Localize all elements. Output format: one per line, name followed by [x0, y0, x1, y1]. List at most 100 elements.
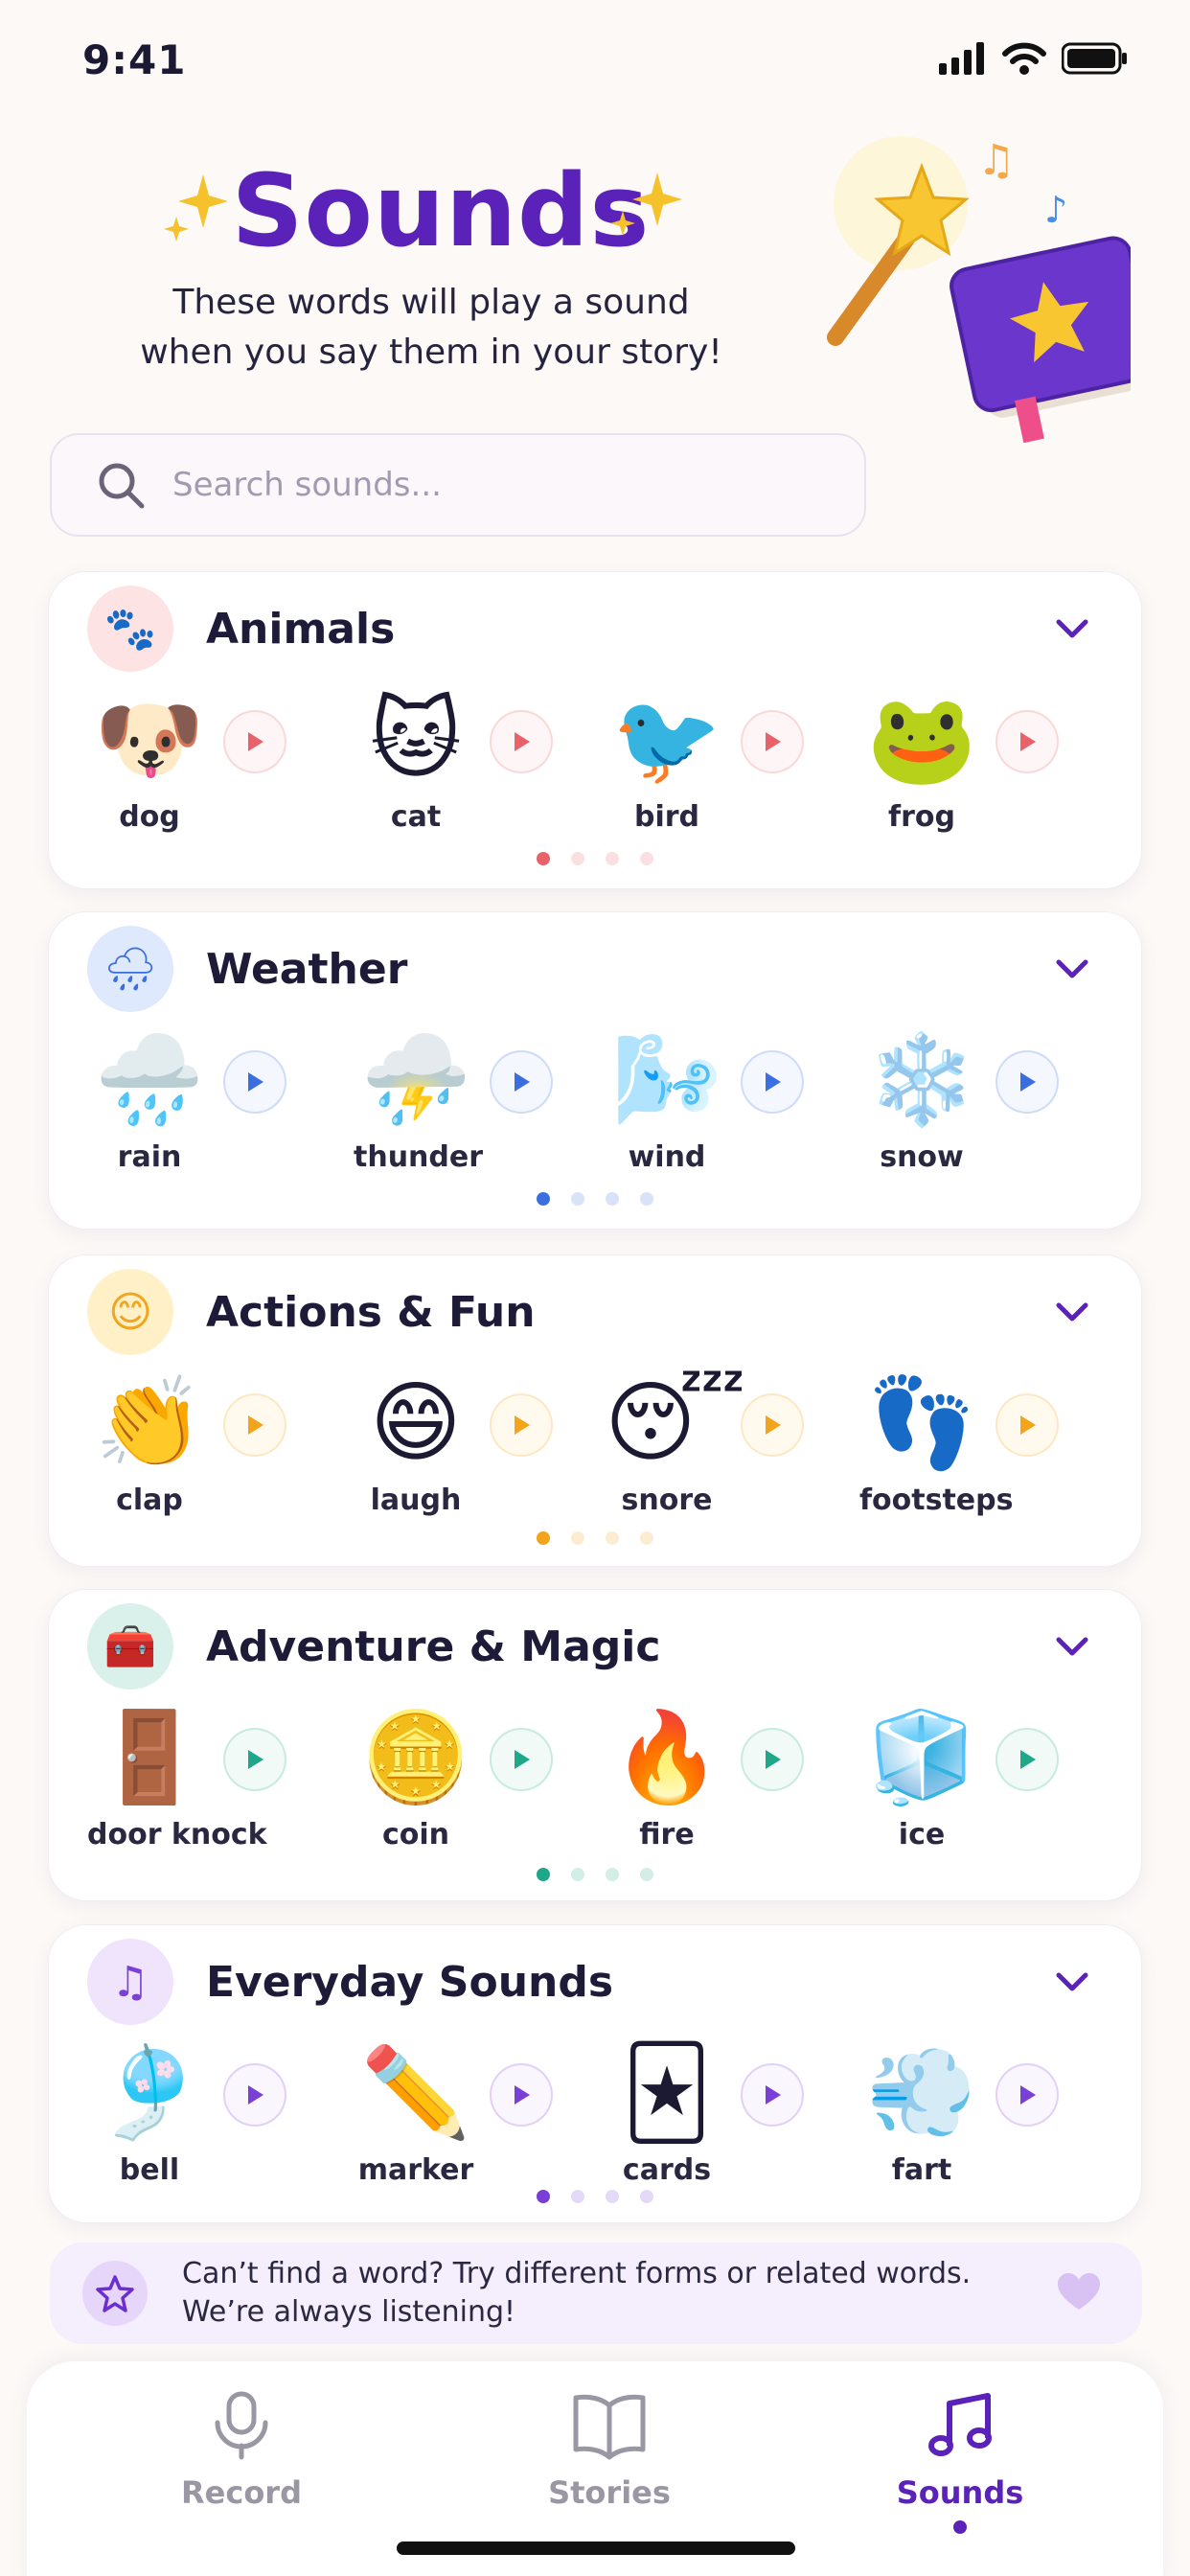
play-icon — [766, 1750, 781, 1769]
play-icon — [766, 732, 781, 751]
tip-banner: Can’t find a word? Try different forms o… — [50, 2242, 1142, 2344]
page-dot[interactable] — [606, 852, 619, 865]
play-icon — [1020, 732, 1036, 751]
category-header[interactable]: 😊 Actions & Fun — [87, 1269, 536, 1355]
page-dot[interactable] — [571, 2190, 584, 2203]
page-dot[interactable] — [537, 1531, 550, 1545]
play-button[interactable] — [995, 710, 1059, 773]
search-input[interactable] — [172, 466, 786, 504]
page-dots — [49, 2190, 1141, 2203]
sound-word: thunder — [354, 1140, 484, 1174]
page-dot[interactable] — [640, 1192, 653, 1206]
category-header[interactable]: ♫ Everyday Sounds — [87, 1939, 613, 2025]
page-dot[interactable] — [606, 2190, 619, 2203]
play-button[interactable] — [741, 1393, 804, 1457]
search-bar[interactable] — [50, 433, 866, 537]
category-header[interactable]: 🧰 Adventure & Magic — [87, 1603, 660, 1690]
active-tab-indicator — [953, 2520, 967, 2534]
music-note-icon: ♫ — [87, 1939, 173, 2025]
page-dot[interactable] — [606, 1868, 619, 1881]
page-dot[interactable] — [640, 2190, 653, 2203]
play-button[interactable] — [490, 1050, 553, 1114]
bell-icon: 🎐 — [94, 2041, 205, 2144]
sound-word: snore — [621, 1484, 713, 1517]
book-icon — [573, 2394, 646, 2460]
play-button[interactable] — [490, 710, 553, 773]
play-button[interactable] — [223, 710, 286, 773]
chevron-down-icon[interactable] — [1051, 609, 1093, 651]
play-button[interactable] — [223, 2063, 286, 2127]
wind-icon: 🌬️ — [611, 1028, 722, 1131]
play-button[interactable] — [995, 2063, 1059, 2127]
svg-text:♫: ♫ — [977, 136, 1015, 185]
treasure-chest-icon: 🧰 — [87, 1603, 173, 1690]
footsteps-icon: 👣 — [866, 1371, 977, 1474]
page-dots — [49, 1868, 1141, 1881]
page-dot[interactable] — [571, 852, 584, 865]
tab-sounds[interactable]: Sounds — [855, 2390, 1065, 2543]
paw-icon: 🐾 — [87, 586, 173, 672]
svg-text:♪: ♪ — [1044, 189, 1067, 231]
sound-word: snow — [880, 1140, 964, 1174]
play-button[interactable] — [995, 1728, 1059, 1791]
page-dot[interactable] — [537, 852, 550, 865]
sound-item: 🎐 bell — [87, 2040, 336, 2194]
chevron-down-icon[interactable] — [1051, 1962, 1093, 2004]
play-button[interactable] — [741, 1728, 804, 1791]
sound-word: bell — [119, 2153, 180, 2187]
sound-word: laugh — [370, 1484, 462, 1517]
sound-word: rain — [117, 1140, 182, 1174]
sound-list: 🚪 door knock 🪙 coin 🔥 fire 🧊 ice — [87, 1705, 1122, 1858]
play-button[interactable] — [223, 1393, 286, 1457]
play-icon — [766, 1072, 781, 1092]
play-button[interactable] — [223, 1728, 286, 1791]
page-dot[interactable] — [571, 1192, 584, 1206]
tab-record[interactable]: Record — [136, 2390, 347, 2543]
play-button[interactable] — [741, 2063, 804, 2127]
category-title: Weather — [206, 944, 408, 994]
play-button[interactable] — [741, 710, 804, 773]
sound-word: dog — [119, 800, 180, 834]
chevron-down-icon[interactable] — [1051, 1292, 1093, 1334]
page-dot[interactable] — [571, 1531, 584, 1545]
page-dot[interactable] — [606, 1192, 619, 1206]
play-button[interactable] — [741, 1050, 804, 1114]
play-button[interactable] — [490, 1728, 553, 1791]
category-card: ♫ Everyday Sounds 🎐 bell ✏️ marker 🃏 car… — [48, 1924, 1142, 2223]
page-dot[interactable] — [571, 1868, 584, 1881]
subtitle-line: These words will play a sound — [172, 283, 690, 322]
play-button[interactable] — [223, 1050, 286, 1114]
category-header[interactable]: 🐾 Animals — [87, 586, 395, 672]
heart-icon[interactable] — [1058, 2273, 1100, 2312]
play-button[interactable] — [490, 2063, 553, 2127]
play-button[interactable] — [490, 1393, 553, 1457]
tab-stories[interactable]: Stories — [504, 2390, 715, 2543]
page-dot[interactable] — [537, 1868, 550, 1881]
ice-icon: 🧊 — [866, 1706, 977, 1808]
page-dot[interactable] — [606, 1531, 619, 1545]
sound-item: 🃏 cards — [605, 2040, 854, 2194]
category-title: Animals — [206, 604, 396, 654]
page-dot[interactable] — [537, 1192, 550, 1206]
play-icon — [766, 2085, 781, 2104]
home-indicator — [397, 2542, 795, 2555]
play-button[interactable] — [995, 1050, 1059, 1114]
search-icon — [99, 463, 145, 509]
chevron-down-icon[interactable] — [1051, 1626, 1093, 1668]
wifi-icon — [1002, 42, 1046, 75]
sound-list: 🎐 bell ✏️ marker 🃏 cards 💨 fart — [87, 2040, 1122, 2194]
fire-icon: 🔥 — [611, 1706, 722, 1808]
laugh-icon: 😄 — [370, 1371, 462, 1474]
page-dot[interactable] — [537, 2190, 550, 2203]
star-icon — [96, 2275, 134, 2312]
tab-label: Record — [181, 2474, 302, 2511]
page-dot[interactable] — [640, 1531, 653, 1545]
status-icons — [939, 42, 1129, 75]
category-title: Actions & Fun — [206, 1287, 536, 1337]
category-card: 😊 Actions & Fun 👏 clap 😄 laugh 😴 snore 👣… — [48, 1254, 1142, 1567]
play-button[interactable] — [995, 1393, 1059, 1457]
page-dot[interactable] — [640, 852, 653, 865]
category-header[interactable]: 🌧 Weather — [87, 926, 407, 1012]
page-dot[interactable] — [640, 1868, 653, 1881]
chevron-down-icon[interactable] — [1051, 949, 1093, 991]
